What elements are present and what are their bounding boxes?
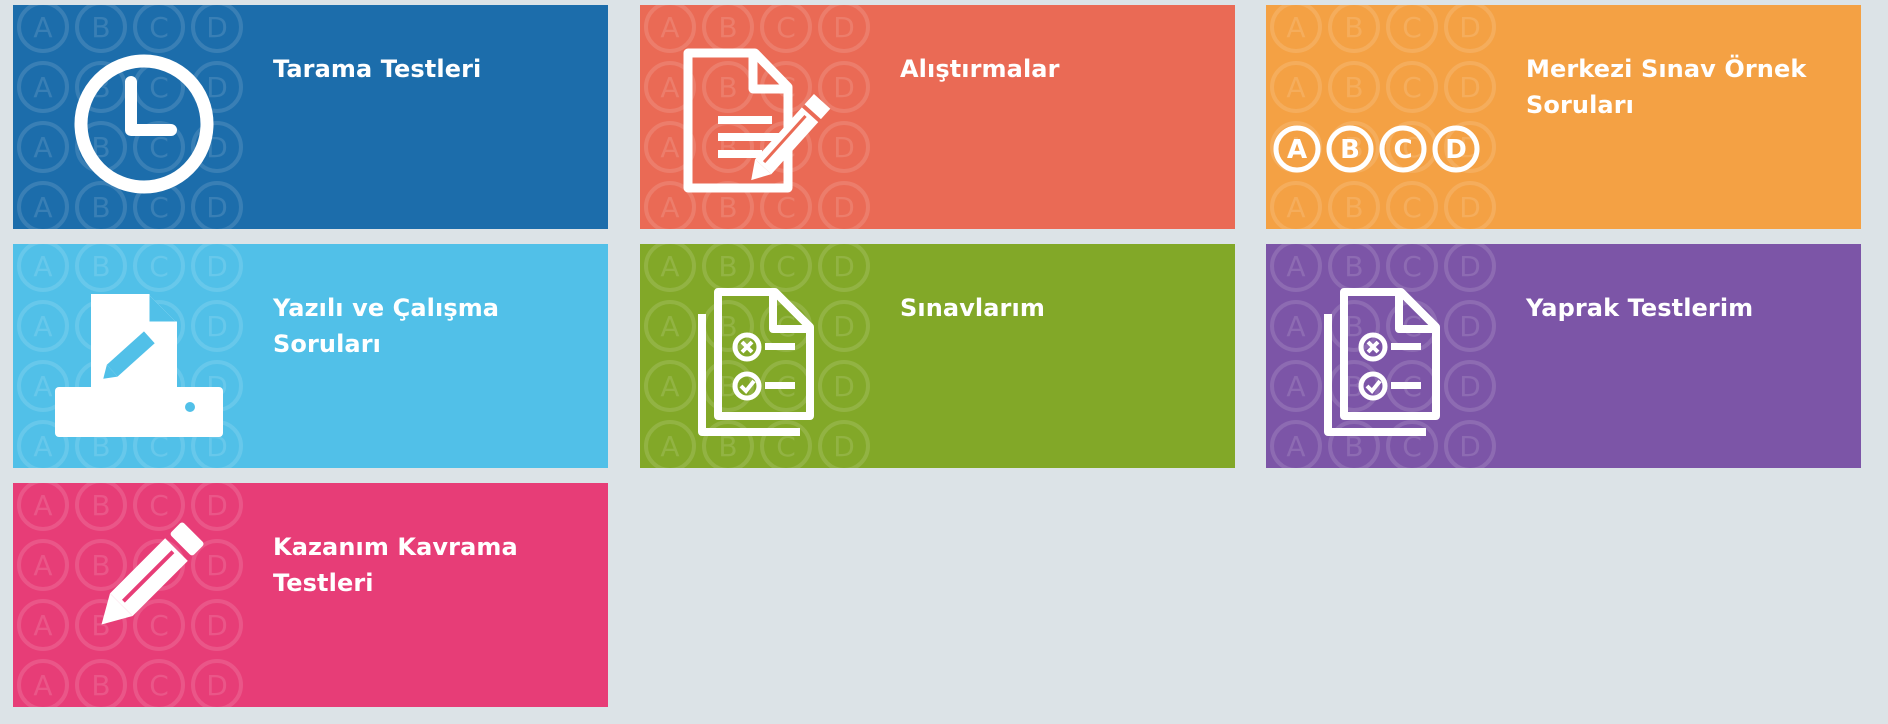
tile-tarama-testleri[interactable]: ABCDABCDABCDABCD Tarama Testleri [13,5,608,229]
pencil-icon [101,522,204,625]
tile-label: Alıştırmalar [900,55,1060,83]
checklist-documents-icon [698,288,814,436]
svg-text:A: A [1287,135,1307,165]
tile-label: Sınavlarım [900,294,1045,322]
tile-kazanim-kavrama-testleri[interactable]: ABCDABCDABCDABCD Kazanım Kavrama Testler… [13,483,608,707]
svg-text:C: C [1393,135,1412,165]
checklist-documents-icon [1324,288,1440,436]
tile-sinavlarim[interactable]: ABCDABCDABCDABCD Sınavlarım [640,244,1235,468]
tile-label: Yazılı ve Çalışma Soruları [273,294,500,358]
tile-label: Kazanım Kavrama Testleri [273,533,518,597]
printer-document-icon [55,294,223,437]
tile-alistirmalar[interactable]: ABCDABCDABCDABCD Alıştırmalar [640,5,1235,229]
tile-yazili-ve-calisma-sorulari[interactable]: ABCDABCDABCDABCD Yazılı ve Çalışma Sorul… [13,244,608,468]
document-edit-icon [683,48,831,193]
tile-label: Yaprak Testlerim [1526,294,1754,322]
svg-text:D: D [1445,135,1467,165]
tile-yaprak-testlerim[interactable]: ABCDABCDABCDABCD Yaprak Testlerim [1266,244,1861,468]
abcd-options-icon: A B C D [1273,125,1480,173]
tile-label: Tarama Testleri [273,55,482,83]
svg-text:B: B [1340,135,1360,165]
tile-merkezi-sinav-ornek-sorulari[interactable]: ABCDABCDABCDABCD A B C D Merkezi Sınav Ö… [1266,5,1861,229]
clock-icon [74,54,214,194]
tile-label: Merkezi Sınav Örnek Soruları [1526,55,1807,119]
